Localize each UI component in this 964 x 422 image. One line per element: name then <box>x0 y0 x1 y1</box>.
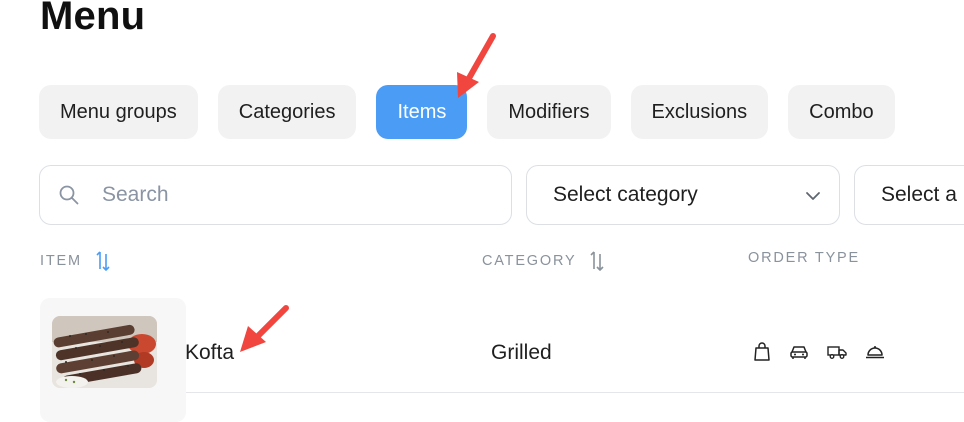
search-icon <box>58 184 80 206</box>
shopping-bag-icon <box>753 342 771 362</box>
table-row[interactable]: Kofta Grilled <box>40 298 964 422</box>
column-header-item-label: ITEM <box>40 253 82 269</box>
sort-icon[interactable] <box>96 250 110 272</box>
tab-menu-groups[interactable]: Menu groups <box>39 85 198 139</box>
delivery-truck-icon <box>827 344 847 360</box>
item-thumbnail-frame <box>40 298 186 422</box>
column-header-order-type-label: ORDER TYPE <box>748 250 861 266</box>
search-input[interactable] <box>100 182 464 208</box>
item-name[interactable]: Kofta <box>185 341 234 365</box>
tab-categories[interactable]: Categories <box>217 85 357 139</box>
dine-in-cloche-icon <box>865 344 885 360</box>
secondary-select-value: Select a <box>881 183 957 206</box>
sort-icon[interactable] <box>590 250 605 272</box>
search-box[interactable] <box>39 165 512 225</box>
item-category: Grilled <box>491 341 552 364</box>
column-header-order-type: ORDER TYPE <box>748 250 860 266</box>
filter-bar: Select category Select a <box>39 165 964 225</box>
category-select-value: Select category <box>553 183 698 206</box>
tab-items[interactable]: Items <box>376 85 468 139</box>
order-type-icons <box>753 342 885 362</box>
tab-modifiers[interactable]: Modifiers <box>487 85 611 139</box>
menu-page: Menu Menu groups Categories Items Modifi… <box>0 0 964 422</box>
menu-tabs: Menu groups Categories Items Modifiers E… <box>39 85 895 139</box>
tab-exclusions[interactable]: Exclusions <box>630 85 769 139</box>
tab-combo[interactable]: Combo <box>788 85 895 139</box>
chevron-down-icon <box>805 183 821 207</box>
column-header-category-label: CATEGORY <box>482 253 577 269</box>
category-select[interactable]: Select category <box>526 165 840 225</box>
page-title: Menu <box>40 0 146 38</box>
secondary-select[interactable]: Select a <box>854 165 964 225</box>
table-header: ITEM CATEGORY ORDER TYPE <box>0 250 964 274</box>
item-thumbnail <box>52 316 157 388</box>
column-header-category[interactable]: CATEGORY <box>482 250 605 272</box>
column-header-item[interactable]: ITEM <box>40 250 110 272</box>
car-icon <box>789 343 809 361</box>
